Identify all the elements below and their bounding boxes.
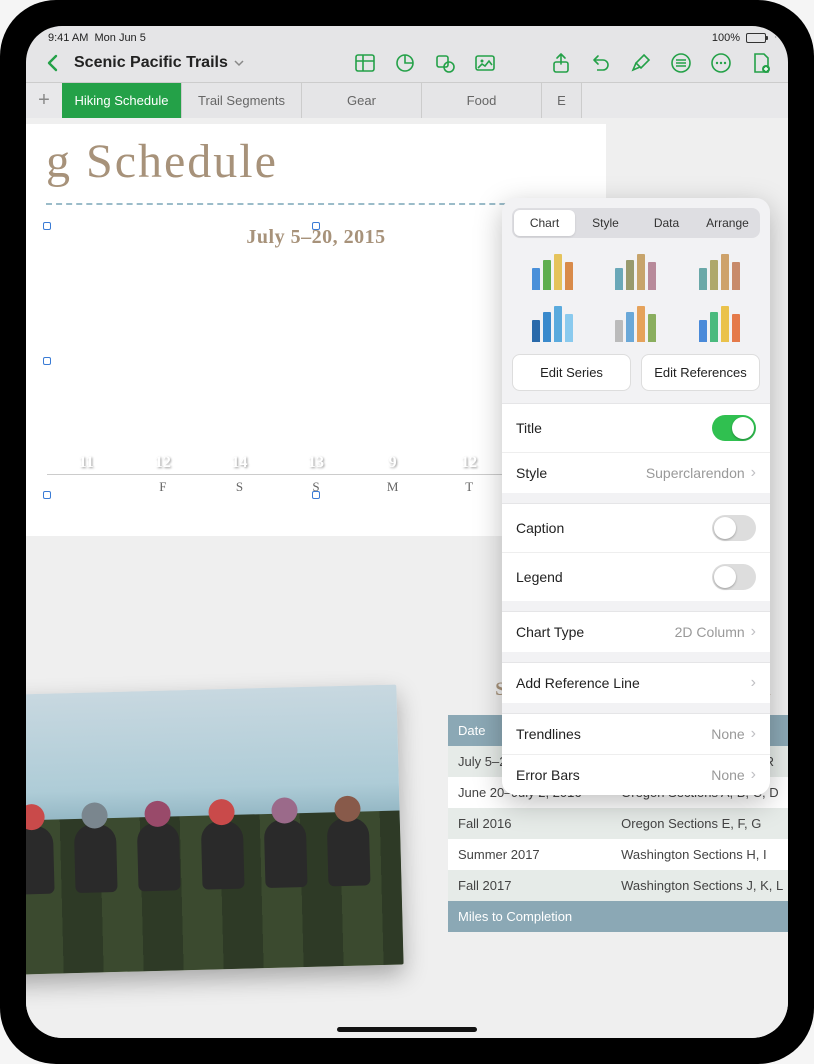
chevron-right-icon: › <box>751 725 756 743</box>
selection-handle[interactable] <box>43 357 51 365</box>
person-silhouette <box>200 821 244 890</box>
bar-value-label: 14 <box>208 454 271 472</box>
bar-value-label: 12 <box>438 454 501 472</box>
tab-food[interactable]: Food <box>422 83 542 118</box>
selection-handle[interactable] <box>312 222 320 230</box>
option-add-reference-line[interactable]: Add Reference Line › <box>502 663 770 703</box>
x-axis-label: T <box>438 479 501 495</box>
table-cell[interactable]: Washington Sections J, K, L <box>611 870 788 901</box>
organize-icon[interactable] <box>670 52 692 74</box>
sync-icon: ⋯ <box>774 32 784 43</box>
table-row[interactable]: Summer 2017Washington Sections H, I <box>448 839 788 870</box>
person-silhouette <box>137 822 181 891</box>
table-cell[interactable]: Summer 2017 <box>448 839 611 870</box>
table-row[interactable]: Fall 2017Washington Sections J, K, L <box>448 870 788 901</box>
format-popover: Chart Style Data Arrange Edit Series <box>502 198 770 795</box>
sheet-tabs: + Hiking Schedule Trail Segments Gear Fo… <box>26 82 788 118</box>
option-trendlines[interactable]: Trendlines None› <box>502 714 770 755</box>
page-title[interactable]: g Schedule <box>46 134 586 189</box>
option-legend[interactable]: Legend <box>502 553 770 601</box>
popover-caret <box>644 198 662 199</box>
chart-style-swatches <box>502 246 770 354</box>
chevron-right-icon: › <box>751 623 756 641</box>
new-sheet-icon[interactable] <box>750 52 772 74</box>
selection-handle[interactable] <box>312 491 320 499</box>
tab-partial[interactable]: E <box>542 83 582 118</box>
table-cell[interactable]: Fall 2017 <box>448 870 611 901</box>
x-axis-label: S <box>208 479 271 495</box>
status-bar: 9:41 AM Mon Jun 5 ⋯ 100% <box>26 26 788 46</box>
popover-tab-arrange[interactable]: Arrange <box>697 210 758 236</box>
bar-value-label: 12 <box>132 454 195 472</box>
option-caption[interactable]: Caption <box>502 504 770 553</box>
chart-style-4[interactable] <box>518 302 587 342</box>
option-error-bars[interactable]: Error Bars None› <box>502 755 770 795</box>
person-silhouette <box>327 817 371 886</box>
chevron-down-icon <box>234 58 244 68</box>
selection-handle[interactable] <box>43 491 51 499</box>
edit-references-button[interactable]: Edit References <box>641 354 760 391</box>
battery-pct: 100% <box>712 32 740 44</box>
chart-style-5[interactable] <box>601 302 670 342</box>
undo-icon[interactable] <box>590 52 612 74</box>
legend-toggle[interactable] <box>712 564 756 590</box>
table-footer[interactable]: Miles to Completion <box>448 901 788 932</box>
format-paintbrush-icon[interactable] <box>630 52 652 74</box>
popover-tabs: Chart Style Data Arrange <box>512 208 760 238</box>
battery-icon <box>746 33 766 43</box>
back-button[interactable] <box>42 52 64 74</box>
chart-style-3[interactable] <box>685 250 754 290</box>
table-cell[interactable]: Fall 2016 <box>448 808 611 839</box>
share-icon[interactable] <box>550 52 572 74</box>
popover-tab-data[interactable]: Data <box>636 210 697 236</box>
chevron-right-icon: › <box>751 674 756 692</box>
chevron-right-icon: › <box>751 766 756 784</box>
popover-tab-style[interactable]: Style <box>575 210 636 236</box>
more-icon[interactable] <box>710 52 732 74</box>
insert-table-icon[interactable] <box>354 52 376 74</box>
tab-gear[interactable]: Gear <box>302 83 422 118</box>
status-time: 9:41 AM <box>48 32 88 44</box>
home-indicator[interactable] <box>337 1027 477 1032</box>
person-silhouette <box>264 819 308 888</box>
chart-style-6[interactable] <box>685 302 754 342</box>
edit-series-button[interactable]: Edit Series <box>512 354 631 391</box>
option-title[interactable]: Title <box>502 404 770 453</box>
bar-value-label: 13 <box>285 454 348 472</box>
insert-media-icon[interactable] <box>474 52 496 74</box>
bar-value-label: 9 <box>361 454 424 472</box>
x-axis-label <box>55 479 118 495</box>
selection-handle[interactable] <box>43 222 51 230</box>
popover-tab-chart[interactable]: Chart <box>514 210 575 236</box>
tab-trail-segments[interactable]: Trail Segments <box>182 83 302 118</box>
add-sheet-button[interactable]: + <box>26 89 62 112</box>
title-toggle[interactable] <box>712 415 756 441</box>
photo-image[interactable] <box>26 685 404 976</box>
document-title[interactable]: Scenic Pacific Trails <box>74 54 244 72</box>
chevron-right-icon: › <box>751 464 756 482</box>
table-cell[interactable]: Oregon Sections E, F, G <box>611 808 788 839</box>
chart-style-1[interactable] <box>518 250 587 290</box>
insert-chart-icon[interactable] <box>394 52 416 74</box>
tab-hiking-schedule[interactable]: Hiking Schedule <box>62 83 182 118</box>
x-axis-label: F <box>132 479 195 495</box>
person-silhouette <box>74 824 118 893</box>
x-axis-label: M <box>361 479 424 495</box>
option-chart-type[interactable]: Chart Type 2D Column› <box>502 612 770 652</box>
table-row[interactable]: Fall 2016Oregon Sections E, F, G <box>448 808 788 839</box>
status-date: Mon Jun 5 <box>94 32 145 44</box>
insert-shape-icon[interactable] <box>434 52 456 74</box>
bar-value-label: 11 <box>55 454 118 472</box>
canvas[interactable]: g Schedule July 5–20, 2015 1112141391213… <box>26 118 788 1038</box>
toolbar: Scenic Pacific Trails <box>26 46 788 82</box>
caption-toggle[interactable] <box>712 515 756 541</box>
option-style[interactable]: Style Superclarendon› <box>502 453 770 493</box>
chart-style-2[interactable] <box>601 250 670 290</box>
person-silhouette <box>26 826 54 895</box>
table-cell[interactable]: Washington Sections H, I <box>611 839 788 870</box>
